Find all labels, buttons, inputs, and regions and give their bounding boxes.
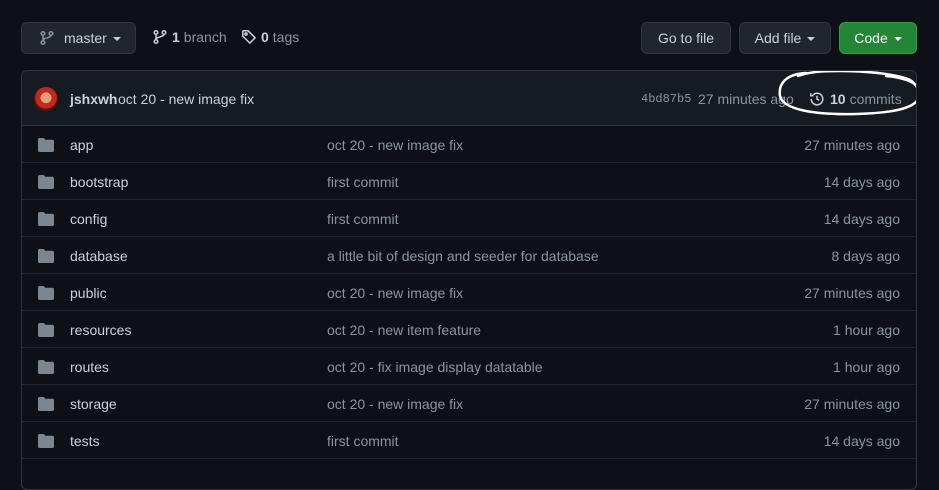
file-name[interactable]: database	[70, 248, 128, 264]
file-row[interactable]: bootstrap first commit 14 days ago	[22, 163, 916, 200]
file-age: 14 days ago	[823, 433, 900, 449]
file-name[interactable]: config	[70, 211, 107, 227]
branches-link[interactable]: 1 branch	[152, 29, 227, 45]
go-to-file-button[interactable]: Go to file	[641, 22, 731, 54]
file-commit-message[interactable]: oct 20 - new item feature	[327, 322, 481, 338]
branch-label: branch	[183, 29, 227, 45]
file-browser: jshxwh oct 20 - new image fix 4bd87b5 27…	[21, 70, 917, 490]
file-name[interactable]: storage	[70, 396, 117, 412]
file-name[interactable]: routes	[70, 359, 109, 375]
folder-icon	[38, 212, 54, 226]
file-name[interactable]: bootstrap	[70, 174, 128, 190]
folder-icon	[38, 323, 54, 337]
file-age: 14 days ago	[823, 174, 900, 190]
file-row[interactable]: app oct 20 - new image fix 27 minutes ag…	[22, 126, 916, 163]
file-row[interactable]: tests first commit 14 days ago	[22, 422, 916, 459]
folder-icon	[38, 434, 54, 448]
tags-link[interactable]: 0 tags	[241, 29, 299, 45]
file-age: 27 minutes ago	[804, 396, 900, 412]
branch-name: master	[64, 30, 107, 46]
tag-count: 0	[261, 29, 269, 45]
folder-icon	[38, 249, 54, 263]
file-commit-message[interactable]: oct 20 - new image fix	[327, 285, 463, 301]
git-branch-icon	[40, 30, 54, 46]
commit-sha[interactable]: 4bd87b5	[641, 92, 691, 106]
add-file-label: Add file	[754, 30, 802, 46]
folder-icon	[38, 175, 54, 189]
folder-icon	[38, 360, 54, 374]
file-commit-message[interactable]: oct 20 - new image fix	[327, 137, 463, 153]
chevron-down-icon	[807, 36, 816, 41]
file-commit-message[interactable]: first commit	[327, 211, 399, 227]
code-button[interactable]: Code	[839, 22, 917, 54]
file-row[interactable]: database a little bit of design and seed…	[22, 237, 916, 274]
file-commit-message[interactable]: oct 20 - fix image display datatable	[327, 359, 543, 375]
annotation-circle-icon	[778, 71, 916, 116]
chevron-down-icon	[112, 36, 121, 41]
file-list: app oct 20 - new image fix 27 minutes ag…	[22, 126, 916, 459]
file-name[interactable]: app	[70, 137, 93, 153]
git-branch-icon	[153, 29, 167, 45]
tag-label: tags	[272, 29, 300, 45]
file-commit-message[interactable]: first commit	[327, 433, 399, 449]
file-name[interactable]: tests	[70, 433, 100, 449]
file-row[interactable]: storage oct 20 - new image fix 27 minute…	[22, 385, 916, 422]
branch-select-button[interactable]: master	[21, 22, 136, 54]
file-row[interactable]: routes oct 20 - fix image display datata…	[22, 348, 916, 385]
folder-icon	[38, 397, 54, 411]
commit-message[interactable]: oct 20 - new image fix	[118, 91, 254, 107]
file-commit-message[interactable]: oct 20 - new image fix	[327, 396, 463, 412]
folder-icon	[38, 286, 54, 300]
file-row[interactable]: config first commit 14 days ago	[22, 200, 916, 237]
file-row[interactable]: resources oct 20 - new item feature 1 ho…	[22, 311, 916, 348]
file-age: 14 days ago	[823, 211, 900, 227]
branch-count: 1	[172, 29, 180, 45]
chevron-down-icon	[893, 36, 902, 41]
file-age: 27 minutes ago	[804, 137, 900, 153]
file-name[interactable]: public	[70, 285, 107, 301]
commit-author[interactable]: jshxwh	[70, 91, 117, 107]
go-to-file-label: Go to file	[657, 30, 715, 46]
add-file-button[interactable]: Add file	[739, 22, 831, 54]
avatar[interactable]	[34, 87, 58, 111]
file-age: 1 hour ago	[833, 322, 900, 338]
file-name[interactable]: resources	[70, 322, 131, 338]
file-age: 1 hour ago	[833, 359, 900, 375]
file-age: 8 days ago	[831, 248, 901, 264]
folder-icon	[38, 138, 54, 152]
file-row[interactable]: public oct 20 - new image fix 27 minutes…	[22, 274, 916, 311]
file-commit-message[interactable]: first commit	[327, 174, 399, 190]
file-age: 27 minutes ago	[804, 285, 900, 301]
latest-commit-bar: jshxwh oct 20 - new image fix 4bd87b5 27…	[22, 71, 916, 126]
file-commit-message[interactable]: a little bit of design and seeder for da…	[327, 248, 599, 264]
code-label: Code	[854, 30, 888, 46]
repo-toolbar: master 1 branch 0 tags Go to file Add fi…	[0, 0, 939, 70]
tag-icon	[242, 30, 257, 45]
